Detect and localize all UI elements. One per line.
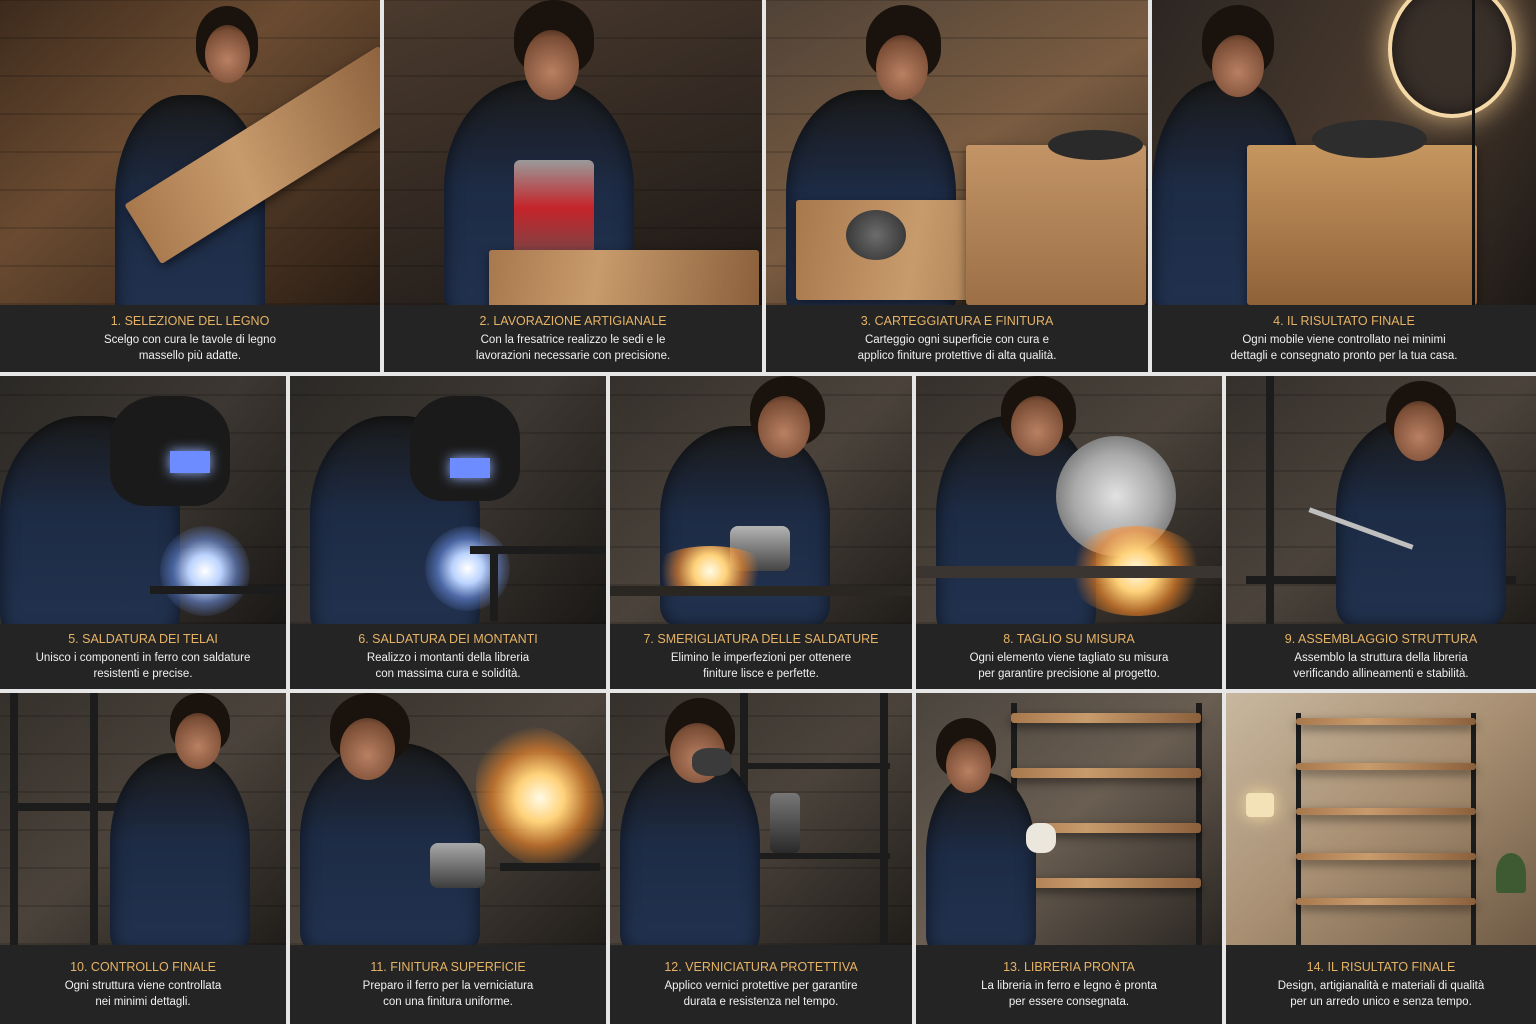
photo-final-check — [0, 693, 286, 945]
photo-finished-vanity — [1152, 0, 1536, 305]
grid-row-1: 1. SELEZIONE DEL LEGNO Scelgo con cura l… — [0, 0, 1536, 372]
photo-frame-welding — [0, 376, 286, 624]
photo-surface-finishing — [290, 693, 606, 945]
caption-description: Con la fresatrice realizzo le sedi e le … — [475, 334, 671, 362]
caption-title: 8. TAGLIO SU MISURA — [1003, 632, 1135, 646]
caption-title: 5. SALDATURA DEI TELAI — [68, 632, 218, 646]
tile-3: 3. CARTEGGIATURA E FINITURA Carteggio og… — [766, 0, 1148, 372]
caption-description: Carteggio ogni superficie con cura e app… — [857, 334, 1057, 362]
caption-14: 14. IL RISULTATO FINALE Design, artigian… — [1226, 945, 1536, 1024]
photo-protective-painting — [610, 693, 912, 945]
tile-9: 9. ASSEMBLAGGIO STRUTTURA Assemblo la st… — [1226, 376, 1536, 689]
caption-title: 4. IL RISULTATO FINALE — [1273, 314, 1415, 328]
photo-bookcase-ready — [916, 693, 1222, 945]
tile-10: 10. CONTROLLO FINALE Ogni struttura vien… — [0, 693, 286, 1024]
caption-title: 14. IL RISULTATO FINALE — [1306, 960, 1456, 974]
caption-9: 9. ASSEMBLAGGIO STRUTTURA Assemblo la st… — [1226, 624, 1536, 689]
tile-6: 6. SALDATURA DEI MONTANTI Realizzo i mon… — [290, 376, 606, 689]
caption-title: 12. VERNICIATURA PROTETTIVA — [664, 960, 858, 974]
tile-1: 1. SELEZIONE DEL LEGNO Scelgo con cura l… — [0, 0, 380, 372]
caption-description: Scelgo con cura le tavole di legno masse… — [104, 334, 276, 362]
tile-14: 14. IL RISULTATO FINALE Design, artigian… — [1226, 693, 1536, 1024]
tile-2: 2. LAVORAZIONE ARTIGIANALE Con la fresat… — [384, 0, 762, 372]
caption-title: 3. CARTEGGIATURA E FINITURA — [860, 314, 1054, 328]
caption-10: 10. CONTROLLO FINALE Ogni struttura vien… — [0, 945, 286, 1024]
photo-weld-grinding — [610, 376, 912, 624]
caption-11: 11. FINITURA SUPERFICIE Preparo il ferro… — [290, 945, 606, 1024]
photo-assembly — [1226, 376, 1536, 624]
caption-description: Unisco i componenti in ferro con saldatu… — [35, 652, 251, 680]
photo-upright-welding — [290, 376, 606, 624]
grid-row-2: 5. SALDATURA DEI TELAI Unisco i componen… — [0, 376, 1536, 689]
caption-title: 11. FINITURA SUPERFICIE — [370, 960, 526, 974]
caption-13: 13. LIBRERIA PRONTA La libreria in ferro… — [916, 945, 1222, 1024]
caption-title: 7. SMERIGLIATURA DELLE SALDATURE — [643, 632, 879, 646]
tile-7: 7. SMERIGLIATURA DELLE SALDATURE Elimino… — [610, 376, 912, 689]
caption-title: 13. LIBRERIA PRONTA — [1003, 960, 1135, 974]
caption-6: 6. SALDATURA DEI MONTANTI Realizzo i mon… — [290, 624, 606, 689]
tile-13: 13. LIBRERIA PRONTA La libreria in ferro… — [916, 693, 1222, 1024]
caption-title: 10. CONTROLLO FINALE — [70, 960, 216, 974]
tile-8: 8. TAGLIO SU MISURA Ogni elemento viene … — [916, 376, 1222, 689]
caption-12: 12. VERNICIATURA PROTETTIVA Applico vern… — [610, 945, 912, 1024]
caption-description: Preparo il ferro per la verniciatura con… — [362, 980, 534, 1008]
photo-cut-to-size — [916, 376, 1222, 624]
tile-12: 12. VERNICIATURA PROTETTIVA Applico vern… — [610, 693, 912, 1024]
caption-title: 2. LAVORAZIONE ARTIGIANALE — [479, 314, 667, 328]
caption-description: La libreria in ferro e legno è pronta pe… — [981, 980, 1157, 1008]
photo-sanding — [766, 0, 1148, 305]
caption-title: 9. ASSEMBLAGGIO STRUTTURA — [1284, 632, 1478, 646]
caption-description: Ogni elemento viene tagliato su misura p… — [969, 652, 1169, 680]
caption-description: Ogni mobile viene controllato nei minimi… — [1230, 334, 1458, 362]
photo-wood-selection — [0, 0, 380, 305]
tile-5: 5. SALDATURA DEI TELAI Unisco i componen… — [0, 376, 286, 689]
caption-description: Elimino le imperfezioni per ottenere fin… — [670, 652, 852, 680]
caption-description: Design, artigianalità e materiali di qua… — [1277, 980, 1485, 1008]
caption-description: Realizzo i montanti della libreria con m… — [366, 652, 530, 680]
tile-4: 4. IL RISULTATO FINALE Ogni mobile viene… — [1152, 0, 1536, 372]
caption-title: 1. SELEZIONE DEL LEGNO — [110, 314, 270, 328]
caption-8: 8. TAGLIO SU MISURA Ogni elemento viene … — [916, 624, 1222, 689]
process-photo-grid: 1. SELEZIONE DEL LEGNO Scelgo con cura l… — [0, 0, 1536, 1024]
caption-7: 7. SMERIGLIATURA DELLE SALDATURE Elimino… — [610, 624, 912, 689]
caption-4: 4. IL RISULTATO FINALE Ogni mobile viene… — [1152, 305, 1536, 372]
tile-11: 11. FINITURA SUPERFICIE Preparo il ferro… — [290, 693, 606, 1024]
grid-row-3: 10. CONTROLLO FINALE Ogni struttura vien… — [0, 693, 1536, 1024]
caption-1: 1. SELEZIONE DEL LEGNO Scelgo con cura l… — [0, 305, 380, 372]
photo-routing — [384, 0, 762, 305]
caption-description: Applico vernici protettive per garantire… — [664, 980, 858, 1008]
caption-5: 5. SALDATURA DEI TELAI Unisco i componen… — [0, 624, 286, 689]
caption-title: 6. SALDATURA DEI MONTANTI — [358, 632, 538, 646]
photo-final-result-room — [1226, 693, 1536, 945]
caption-description: Ogni struttura viene controllata nei min… — [64, 980, 222, 1008]
caption-3: 3. CARTEGGIATURA E FINITURA Carteggio og… — [766, 305, 1148, 372]
caption-description: Assemblo la struttura della libreria ver… — [1293, 652, 1469, 680]
caption-2: 2. LAVORAZIONE ARTIGIANALE Con la fresat… — [384, 305, 762, 372]
